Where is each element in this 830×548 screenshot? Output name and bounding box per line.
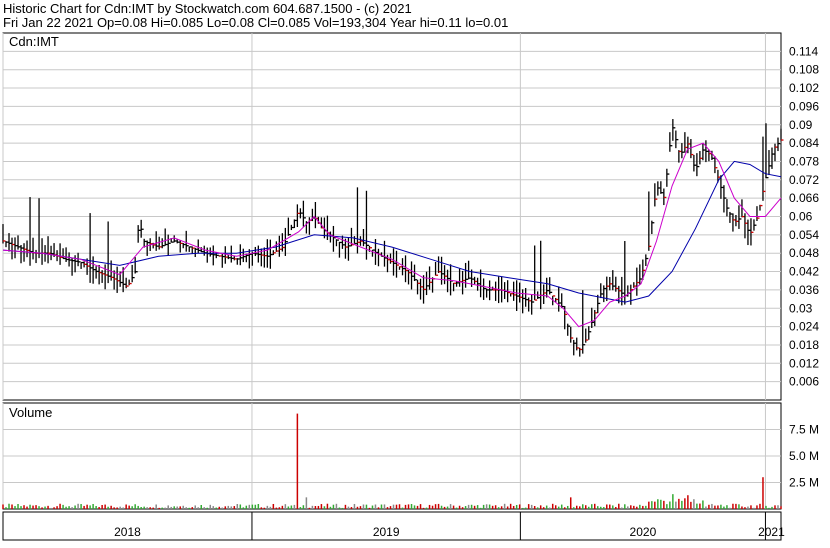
price-y-tick-label: 0.078 [789, 154, 819, 168]
price-y-tick-label: 0.018 [789, 338, 819, 352]
price-y-tick-label: 0.054 [789, 228, 819, 242]
price-y-tick-label: 0.096 [789, 99, 819, 113]
year-labels: 2018 2019 2020 2021 [2, 512, 785, 540]
price-y-tick-label: 0.09 [789, 118, 813, 132]
price-y-tick-label: 0.084 [789, 136, 819, 150]
price-y-tick-label: 0.072 [789, 173, 819, 187]
volume-y-ticks: 7.5 M 5.0 M 2.5 M [789, 423, 819, 490]
stock-chart: Historic Chart for Cdn:IMT by Stockwatch… [0, 0, 830, 543]
chart-svg: Historic Chart for Cdn:IMT by Stockwatch… [2, 1, 819, 541]
volume-bars [2, 413, 782, 509]
year-label: 2018 [114, 525, 141, 539]
price-y-tick-label: 0.012 [789, 356, 819, 370]
price-y-tick-label: 0.114 [789, 44, 818, 58]
year-label: 2019 [373, 525, 400, 539]
price-y-tick-label: 0.036 [789, 283, 819, 297]
price-y-tick-label: 0.042 [789, 265, 819, 279]
volume-y-tick-label: 2.5 M [789, 476, 819, 490]
price-y-tick-label: 0.102 [789, 81, 819, 95]
volume-y-tick-label: 5.0 M [789, 449, 819, 463]
price-y-tick-label: 0.06 [789, 210, 813, 224]
price-panel-label: Cdn:IMT [9, 34, 59, 49]
volume-y-tick-label: 7.5 M [789, 423, 819, 437]
year-label: 2020 [630, 525, 657, 539]
price-y-tick-label: 0.024 [789, 320, 819, 334]
price-y-tick-label: 0.066 [789, 191, 819, 205]
header-line-1: Historic Chart for Cdn:IMT by Stockwatch… [3, 1, 412, 16]
grid-lines [2, 33, 781, 509]
price-y-tick-label: 0.006 [789, 375, 819, 389]
price-bars [2, 119, 784, 357]
year-label: 2021 [758, 525, 785, 539]
volume-panel-label: Volume [9, 405, 52, 420]
header-line-2: Fri Jan 22 2021 Op=0.08 Hi=0.085 Lo=0.08… [3, 15, 508, 30]
price-y-tick-label: 0.03 [789, 301, 813, 315]
price-y-tick-label: 0.108 [789, 63, 819, 77]
price-y-tick-label: 0.048 [789, 246, 819, 260]
price-y-ticks: 0.114 0.108 0.102 0.096 0.09 0.084 0.078 0.072 0… [789, 44, 819, 388]
